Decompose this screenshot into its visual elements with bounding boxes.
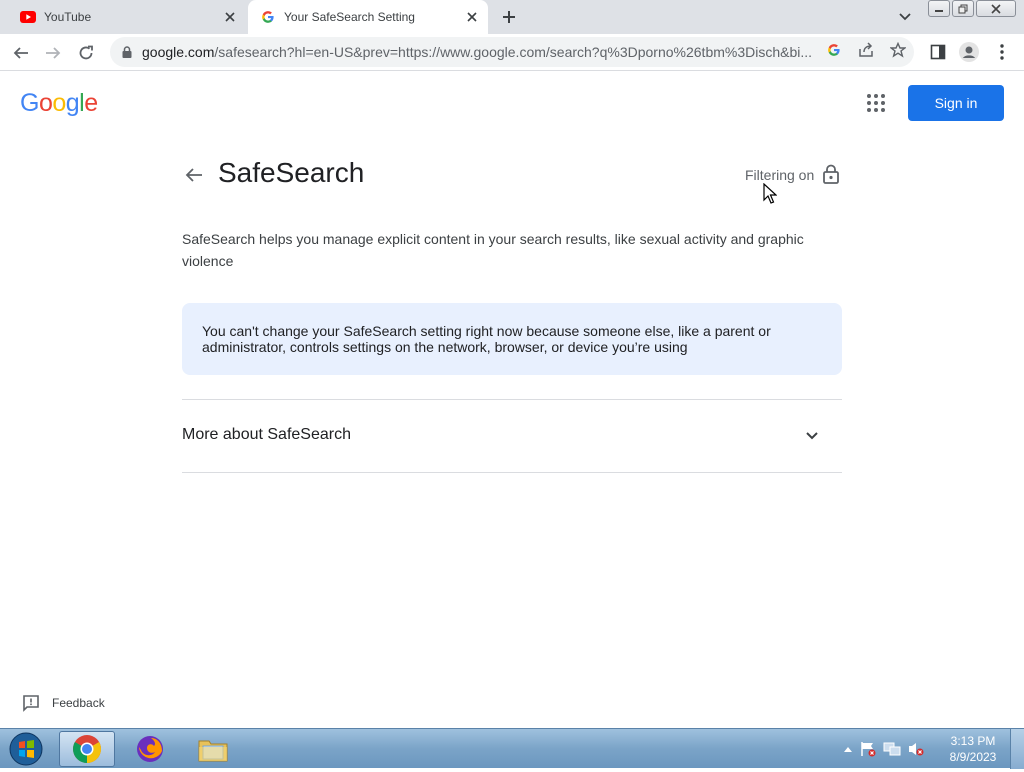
tab-strip: YouTube Your SafeSearch Setting <box>0 0 1024 34</box>
divider <box>182 399 842 400</box>
show-desktop-button[interactable] <box>1010 729 1024 769</box>
safesearch-description: SafeSearch helps you manage explicit con… <box>182 231 804 269</box>
lock-icon[interactable] <box>120 46 134 58</box>
filtering-status: Filtering on <box>745 167 815 183</box>
url-path: /safesearch?hl=en-US&prev=https://www.go… <box>214 44 813 60</box>
close-icon[interactable] <box>220 7 240 27</box>
feedback-link[interactable]: Feedback <box>22 694 105 712</box>
taskbar-clock[interactable]: 3:13 PM 8/9/2023 <box>940 733 1006 765</box>
back-arrow-icon[interactable] <box>8 40 34 66</box>
clock-time: 3:13 PM <box>950 734 996 748</box>
sidepanel-icon[interactable] <box>928 42 948 62</box>
tab-safesearch[interactable]: Your SafeSearch Setting <box>248 0 488 34</box>
back-arrow-icon[interactable] <box>182 163 206 187</box>
lock-icon <box>822 164 842 186</box>
plus-icon[interactable] <box>498 6 520 28</box>
tab-title: Your SafeSearch Setting <box>284 10 415 24</box>
star-icon[interactable] <box>888 40 908 60</box>
network-icon[interactable] <box>880 741 904 757</box>
google-g-icon <box>260 9 276 25</box>
chevron-down-icon[interactable] <box>804 426 824 446</box>
url-text[interactable]: google.com/safesearch?hl=en-US&prev=http… <box>142 44 814 60</box>
tab-youtube[interactable]: YouTube <box>8 0 246 34</box>
reload-icon[interactable] <box>73 40 99 66</box>
window-controls <box>928 0 1018 18</box>
chevron-down-icon[interactable] <box>895 8 915 26</box>
google-lens-icon[interactable] <box>824 40 844 60</box>
start-button[interactable] <box>6 731 46 767</box>
feedback-label: Feedback <box>52 696 105 710</box>
volume-muted-icon[interactable] <box>904 741 928 757</box>
file-explorer-taskbar-icon[interactable] <box>185 731 241 767</box>
mouse-cursor <box>763 182 778 210</box>
more-about-safesearch[interactable]: More about SafeSearch <box>182 426 351 444</box>
clock-date: 8/9/2023 <box>949 750 997 764</box>
forward-arrow-icon[interactable] <box>40 40 66 66</box>
share-icon[interactable] <box>856 40 876 60</box>
system-tray <box>840 729 928 769</box>
chrome-taskbar-icon[interactable] <box>59 731 115 767</box>
browser-toolbar: google.com/safesearch?hl=en-US&prev=http… <box>0 34 1024 71</box>
restore-button[interactable] <box>952 0 974 17</box>
action-center-icon[interactable] <box>856 741 880 757</box>
address-bar[interactable]: google.com/safesearch?hl=en-US&prev=http… <box>110 37 914 67</box>
close-icon[interactable] <box>462 7 482 27</box>
youtube-icon <box>20 9 36 25</box>
firefox-taskbar-icon[interactable] <box>122 731 178 767</box>
feedback-icon <box>22 694 42 712</box>
admin-notice: You can't change your SafeSearch setting… <box>182 303 842 375</box>
minimize-button[interactable] <box>928 0 950 17</box>
window-close-button[interactable] <box>976 0 1016 17</box>
url-host: google.com <box>142 44 215 60</box>
taskbar: 3:13 PM 8/9/2023 <box>0 728 1024 769</box>
apps-grid-icon[interactable] <box>866 93 886 113</box>
divider <box>182 472 842 473</box>
tab-title: YouTube <box>44 10 92 24</box>
google-logo[interactable]: Google <box>20 89 98 118</box>
page-title: SafeSearch <box>218 157 365 188</box>
profile-icon[interactable] <box>958 42 980 62</box>
sign-in-button[interactable]: Sign in <box>908 85 1004 121</box>
chevron-up-icon[interactable] <box>840 746 856 752</box>
more-vert-icon[interactable] <box>992 42 1012 62</box>
